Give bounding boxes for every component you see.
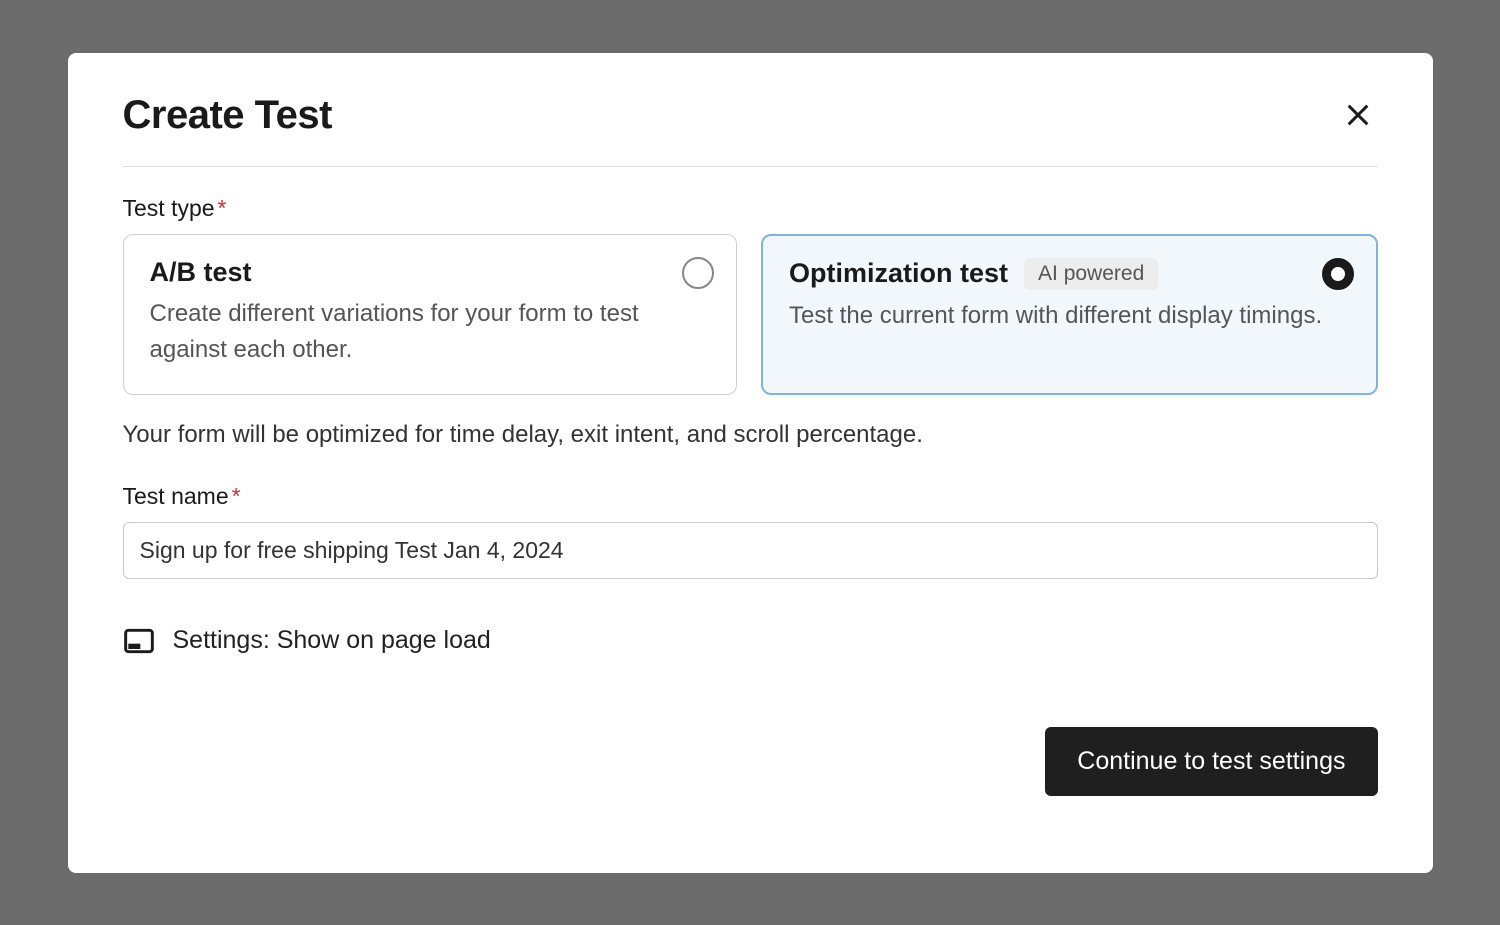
radio-icon [1322,258,1354,290]
ai-powered-badge: AI powered [1024,258,1158,290]
close-button[interactable] [1338,95,1378,135]
modal-header: Create Test [123,93,1378,167]
required-asterisk: * [232,483,241,509]
test-type-label-text: Test type [123,195,215,221]
settings-row: Settings: Show on page load [123,625,1378,657]
test-type-label: Test type* [123,195,1378,222]
test-name-input[interactable] [123,522,1378,579]
test-name-label: Test name* [123,483,1378,510]
create-test-modal: Create Test Test type* A/B test Create d… [68,53,1433,873]
popup-icon [123,625,155,657]
optimization-test-option[interactable]: Optimization test AI powered Test the cu… [761,234,1378,395]
continue-button[interactable]: Continue to test settings [1045,727,1377,796]
optimization-test-title: Optimization test [789,258,1008,289]
optimization-test-description: Test the current form with different dis… [789,298,1350,334]
test-name-label-text: Test name [123,483,229,509]
ab-test-description: Create different variations for your for… [150,296,711,368]
settings-text: Settings: Show on page load [173,626,491,655]
ab-test-title: A/B test [150,257,252,288]
helper-text: Your form will be optimized for time del… [123,421,1378,449]
radio-icon [682,257,714,289]
modal-footer: Continue to test settings [123,727,1378,796]
modal-title: Create Test [123,93,332,138]
required-asterisk: * [218,195,227,221]
close-icon [1344,101,1372,129]
test-type-options: A/B test Create different variations for… [123,234,1378,395]
ab-test-option[interactable]: A/B test Create different variations for… [123,234,738,395]
